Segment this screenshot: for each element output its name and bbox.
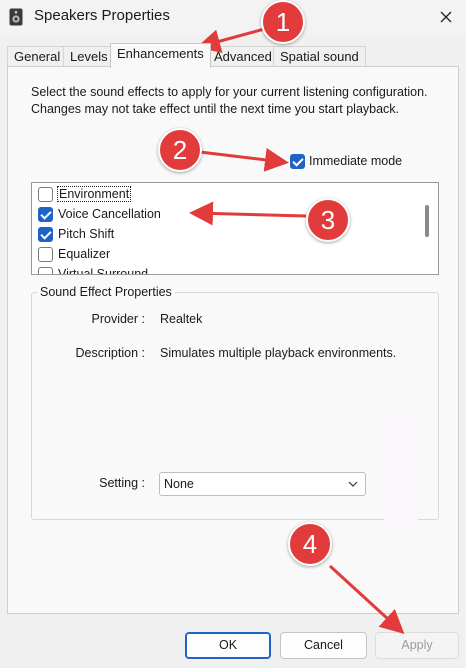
annotation-marker-1: 1 <box>261 0 305 44</box>
tab-enhancements[interactable]: Enhancements <box>110 43 211 68</box>
annotation-marker-2: 2 <box>158 128 202 172</box>
annotation-arrow-3 <box>189 201 307 226</box>
annotation-arrow-4 <box>328 564 405 635</box>
annotation-arrow-1 <box>196 26 269 53</box>
annotation-arrow-2 <box>199 147 289 172</box>
annotation-marker-3: 3 <box>306 198 350 242</box>
annotation-arrows <box>189 26 405 635</box>
annotation-marker-4: 4 <box>288 522 332 566</box>
